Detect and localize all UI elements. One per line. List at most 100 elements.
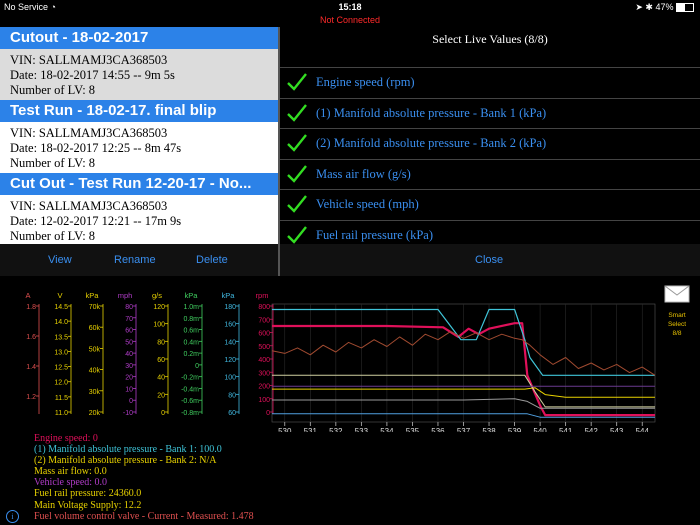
recording-lv-count: Number of LV: 8 xyxy=(10,156,96,170)
recording-details[interactable]: VIN: SALLMAMJ3CA368503 Date: 18-02-2017 … xyxy=(0,122,278,173)
axis-tick-label: 600 xyxy=(258,331,270,338)
x-tick-label: 537 xyxy=(457,427,471,432)
recording-details[interactable]: VIN: SALLMAMJ3CA368503 Date: 18-02-2017 … xyxy=(0,49,278,100)
x-tick-label: 541 xyxy=(559,427,573,432)
axis-unit-label: V xyxy=(57,291,62,300)
live-value-label: (2) Manifold absolute pressure - Bank 2 … xyxy=(316,136,547,151)
battery-icon xyxy=(676,3,694,13)
checkmark-icon xyxy=(286,103,308,128)
x-tick-label: 534 xyxy=(380,427,394,432)
location-icon: ➤ xyxy=(635,2,643,12)
live-value-item[interactable]: Vehicle speed (mph) xyxy=(280,189,700,220)
axis-tick-label: 11.0 xyxy=(55,410,68,417)
axis-tick-label: 0 xyxy=(195,363,199,370)
smart-select-button[interactable] xyxy=(662,284,692,309)
axis-tick-label: 60 xyxy=(125,328,133,335)
live-value-item[interactable]: Mass air flow (g/s) xyxy=(280,158,700,190)
recording-item[interactable]: Cut Out - Test Run 12-20-17 - No... VIN:… xyxy=(0,173,278,244)
recording-title[interactable]: Cutout - 18-02-2017 xyxy=(0,27,278,49)
axis-tick-label: 0.2m xyxy=(183,351,199,358)
recording-lv-count: Number of LV: 8 xyxy=(10,83,96,97)
axis-tick-label: 1.2 xyxy=(26,394,36,401)
live-value-label: Mass air flow (g/s) xyxy=(316,166,411,181)
axis-tick-label: 40k xyxy=(89,368,101,375)
axis-tick-label: -0.8m xyxy=(181,410,199,417)
axis-tick-label: 20k xyxy=(89,410,101,417)
axis-tick-label: 30 xyxy=(125,363,133,370)
live-value-item[interactable]: Engine speed (rpm) xyxy=(280,67,700,98)
axis-tick-label: 50k xyxy=(89,346,101,353)
axis-tick-label: 1.4 xyxy=(26,364,36,371)
view-button[interactable]: View xyxy=(48,254,72,266)
x-tick-label: 535 xyxy=(406,427,420,432)
axis-tick-label: 80 xyxy=(157,339,165,346)
recording-details[interactable]: VIN: SALLMAMJ3CA368503 Date: 12-02-2017 … xyxy=(0,195,278,244)
axis-tick-label: 200 xyxy=(258,384,270,391)
recording-vin: VIN: SALLMAMJ3CA368503 xyxy=(10,199,168,213)
axis-tick-label: 80 xyxy=(125,304,133,311)
axis-unit-label: A xyxy=(25,291,30,300)
x-tick-label: 531 xyxy=(304,427,318,432)
envelope-icon xyxy=(664,285,690,303)
recording-vin: VIN: SALLMAMJ3CA368503 xyxy=(10,53,168,67)
axis-tick-label: 60 xyxy=(228,410,236,417)
axis-tick-label: 1.6 xyxy=(26,334,36,341)
delete-button[interactable]: Delete xyxy=(196,254,228,266)
axis-unit-label: rpm xyxy=(256,291,269,300)
checkmark-icon xyxy=(286,72,308,97)
axis-unit-label: kPa xyxy=(222,291,236,300)
clock: 15:18 xyxy=(338,2,362,12)
live-values-title: Select Live Values (8/8) xyxy=(432,32,548,46)
readout-line: Main Voltage Supply: 12.2 xyxy=(34,499,142,511)
axis-tick-label: 70k xyxy=(89,304,101,311)
live-value-label: Engine speed (rpm) xyxy=(316,75,415,89)
live-value-label: (1) Manifold absolute pressure - Bank 1 … xyxy=(316,105,547,120)
axis-tick-label: 160 xyxy=(224,322,236,329)
axis-tick-label: 180 xyxy=(224,304,236,311)
recording-title[interactable]: Cut Out - Test Run 12-20-17 - No... xyxy=(0,173,278,195)
axis-unit-label: kPa xyxy=(86,291,100,300)
readout-line: (2) Manifold absolute pressure - Bank 2:… xyxy=(34,455,217,467)
checkmark-icon xyxy=(286,133,308,158)
readout-line: Fuel rail pressure: 24360.0 xyxy=(34,488,142,500)
axis-unit-label: mph xyxy=(118,291,133,300)
axis-tick-label: 120 xyxy=(153,304,165,311)
axis-tick-label: 12.5 xyxy=(54,365,68,372)
axis-tick-label: -0.4m xyxy=(181,386,199,393)
axis-tick-label: 700 xyxy=(258,317,270,324)
live-value-item[interactable]: (1) Manifold absolute pressure - Bank 1 … xyxy=(280,97,700,129)
info-icon[interactable]: i xyxy=(6,510,19,523)
recording-title[interactable]: Test Run - 18-02-17. final blip xyxy=(0,100,278,122)
axis-tick-label: 140 xyxy=(224,339,236,346)
axis-tick-label: 40 xyxy=(157,375,165,382)
recordings-list[interactable]: Cutout - 18-02-2017 VIN: SALLMAMJ3CA3685… xyxy=(0,27,278,244)
recording-item[interactable]: Test Run - 18-02-17. final blip VIN: SAL… xyxy=(0,100,278,173)
axis-tick-label: 11.5 xyxy=(55,395,68,402)
smart-select-count: 8/8 xyxy=(672,330,682,337)
readout-line: Mass air flow: 0.0 xyxy=(34,466,107,478)
recording-item[interactable]: Cutout - 18-02-2017 VIN: SALLMAMJ3CA3685… xyxy=(0,27,278,100)
live-values-chart[interactable]: A 1.8 1.6 1.4 1.2 V 14.5 14.0 13.5 13.0 12.5 12.0 11… xyxy=(0,282,700,432)
axis-tick-label: 0.8m xyxy=(183,316,199,323)
live-value-item[interactable]: (2) Manifold absolute pressure - Bank 2 … xyxy=(280,128,700,159)
smart-select-label[interactable]: Smart Select 8/8 xyxy=(662,311,692,338)
axis-tick-label: 400 xyxy=(258,357,270,364)
axis-tick-label: 14.0 xyxy=(54,319,68,326)
live-values-actions-bar: Close xyxy=(280,244,700,276)
x-tick-label: 533 xyxy=(355,427,369,432)
close-button[interactable]: Close xyxy=(475,254,503,266)
rename-button[interactable]: Rename xyxy=(114,254,156,266)
smart-select-line1: Smart xyxy=(668,312,686,319)
x-tick-label: 544 xyxy=(636,427,650,432)
recording-date: Date: 18-02-2017 12:25 -- 8m 47s xyxy=(10,141,182,155)
axis-unit-label: kPa xyxy=(185,291,199,300)
readout-line: Engine speed: 0 xyxy=(34,433,98,444)
axis-tick-label: 120 xyxy=(224,357,236,364)
axis-tick-label: 100 xyxy=(258,397,270,404)
axis-tick-label: 10 xyxy=(125,386,133,393)
x-tick-label: 542 xyxy=(584,427,598,432)
recording-date: Date: 12-02-2017 12:21 -- 17m 9s xyxy=(10,214,182,228)
axis-tick-label: 0 xyxy=(266,410,270,417)
axis-tick-label: -0.6m xyxy=(181,398,199,405)
